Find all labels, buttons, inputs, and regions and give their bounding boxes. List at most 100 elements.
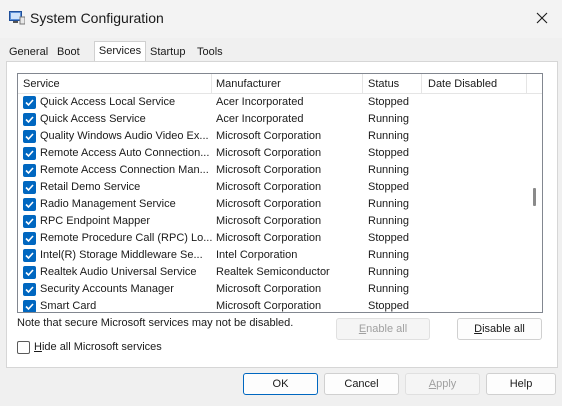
- column-divider[interactable]: [421, 74, 422, 94]
- table-row[interactable]: Quality Windows Audio Video Ex... Microso…: [18, 128, 528, 145]
- column-divider[interactable]: [526, 74, 527, 94]
- table-row[interactable]: Radio Management Service Microsoft Corpor…: [18, 196, 528, 213]
- service-checkbox[interactable]: [23, 283, 36, 296]
- service-checkbox[interactable]: [23, 96, 36, 109]
- service-manufacturer: Microsoft Corporation: [216, 215, 322, 227]
- service-name: Quick Access Service: [40, 113, 146, 125]
- service-name: Smart Card: [40, 300, 97, 312]
- tab-strip: General Boot Services Startup Tools: [0, 40, 562, 63]
- service-manufacturer: Microsoft Corporation: [216, 130, 322, 142]
- service-manufacturer: Acer Incorporated: [216, 113, 304, 125]
- service-checkbox[interactable]: [23, 215, 36, 228]
- service-checkbox[interactable]: [23, 266, 36, 279]
- service-name: Remote Access Connection Man...: [40, 164, 209, 176]
- checkmark-icon: [25, 167, 34, 175]
- table-row[interactable]: Remote Access Connection Man... Microsoft…: [18, 162, 528, 179]
- disable-all-mnemonic: D: [474, 323, 483, 335]
- hide-microsoft-services-label[interactable]: Hide all Microsoft services: [34, 341, 162, 353]
- service-manufacturer: Realtek Semiconductor: [216, 266, 330, 278]
- service-checkbox[interactable]: [23, 300, 36, 312]
- tab-tools[interactable]: Tools: [197, 44, 223, 62]
- hide-mnemonic: H: [34, 341, 42, 353]
- window-title: System Configuration: [30, 10, 164, 26]
- column-header-manufacturer[interactable]: Manufacturer: [216, 78, 281, 90]
- table-row[interactable]: Realtek Audio Universal Service Realtek S…: [18, 264, 528, 281]
- service-manufacturer: Intel Corporation: [216, 249, 298, 261]
- checkmark-icon: [25, 252, 34, 260]
- service-name: Realtek Audio Universal Service: [40, 266, 197, 278]
- apply-mnemonic: A: [428, 378, 437, 390]
- column-header-service[interactable]: Service: [23, 78, 60, 90]
- secure-services-note: Note that secure Microsoft services may …: [17, 317, 294, 329]
- service-name: Remote Procedure Call (RPC) Lo...: [40, 232, 212, 244]
- system-configuration-icon: [9, 11, 25, 25]
- checkmark-icon: [25, 286, 34, 294]
- table-row[interactable]: RPC Endpoint Mapper Microsoft Corporation…: [18, 213, 528, 230]
- service-checkbox[interactable]: [23, 249, 36, 262]
- service-manufacturer: Microsoft Corporation: [216, 147, 322, 159]
- service-name: Retail Demo Service: [40, 181, 141, 193]
- service-status: Running: [368, 198, 409, 210]
- services-list[interactable]: Service Manufacturer Status Date Disable…: [17, 73, 543, 313]
- table-row[interactable]: Smart Card Microsoft Corporation Stopped: [18, 298, 528, 312]
- service-name: Remote Access Auto Connection...: [40, 147, 210, 159]
- service-checkbox[interactable]: [23, 147, 36, 160]
- service-name: Intel(R) Storage Middleware Se...: [40, 249, 203, 261]
- column-divider[interactable]: [362, 74, 363, 94]
- service-checkbox[interactable]: [23, 181, 36, 194]
- service-checkbox[interactable]: [23, 198, 36, 211]
- ok-button[interactable]: OK: [243, 373, 318, 395]
- service-status: Running: [368, 113, 409, 125]
- apply-label: pply: [436, 378, 457, 390]
- service-name: Quality Windows Audio Video Ex...: [40, 130, 209, 142]
- service-status: Running: [368, 164, 409, 176]
- table-row[interactable]: Quick Access Service Acer Incorporated Run…: [18, 111, 528, 128]
- checkmark-icon: [25, 303, 34, 311]
- checkmark-icon: [25, 184, 34, 192]
- enable-all-label: nable all: [366, 323, 408, 335]
- cancel-button[interactable]: Cancel: [324, 373, 399, 395]
- scrollbar-thumb[interactable]: [533, 188, 536, 206]
- tab-boot[interactable]: Boot: [57, 44, 80, 62]
- service-name: Quick Access Local Service: [40, 96, 176, 108]
- close-button[interactable]: [522, 0, 562, 36]
- tab-services[interactable]: Services: [94, 41, 146, 63]
- hide-microsoft-services-checkbox[interactable]: [17, 341, 30, 354]
- tab-general[interactable]: General: [9, 44, 48, 62]
- service-checkbox[interactable]: [23, 130, 36, 143]
- checkmark-icon: [25, 218, 34, 226]
- column-header-date-disabled[interactable]: Date Disabled: [428, 78, 497, 90]
- service-manufacturer: Microsoft Corporation: [216, 232, 322, 244]
- service-status: Stopped: [368, 96, 409, 108]
- column-divider[interactable]: [211, 74, 212, 94]
- disable-all-button[interactable]: Disable all: [457, 318, 542, 340]
- checkmark-icon: [25, 133, 34, 141]
- service-manufacturer: Microsoft Corporation: [216, 198, 322, 210]
- service-checkbox[interactable]: [23, 113, 36, 126]
- table-row[interactable]: Remote Procedure Call (RPC) Lo... Microso…: [18, 230, 528, 247]
- column-header-status[interactable]: Status: [368, 78, 399, 90]
- service-status: Running: [368, 130, 409, 142]
- tab-startup[interactable]: Startup: [150, 44, 185, 62]
- service-checkbox[interactable]: [23, 232, 36, 245]
- table-row[interactable]: Intel(R) Storage Middleware Se... Intel C…: [18, 247, 528, 264]
- table-row[interactable]: Security Accounts Manager Microsoft Corpo…: [18, 281, 528, 298]
- checkmark-icon: [25, 116, 34, 124]
- checkmark-icon: [25, 99, 34, 107]
- close-icon: [536, 12, 548, 24]
- vertical-scrollbar[interactable]: [528, 94, 542, 312]
- table-row[interactable]: Retail Demo Service Microsoft Corporation…: [18, 179, 528, 196]
- service-status: Running: [368, 266, 409, 278]
- service-name: Security Accounts Manager: [40, 283, 174, 295]
- apply-button[interactable]: Apply: [405, 373, 480, 395]
- table-row[interactable]: Remote Access Auto Connection... Microsof…: [18, 145, 528, 162]
- service-checkbox[interactable]: [23, 164, 36, 177]
- table-row[interactable]: Quick Access Local Service Acer Incorpora…: [18, 94, 528, 111]
- service-manufacturer: Microsoft Corporation: [216, 283, 322, 295]
- service-status: Running: [368, 283, 409, 295]
- enable-all-button[interactable]: Enable all: [336, 318, 430, 340]
- help-button[interactable]: Help: [486, 373, 556, 395]
- service-status: Stopped: [368, 147, 409, 159]
- service-status: Running: [368, 215, 409, 227]
- service-status: Stopped: [368, 300, 409, 312]
